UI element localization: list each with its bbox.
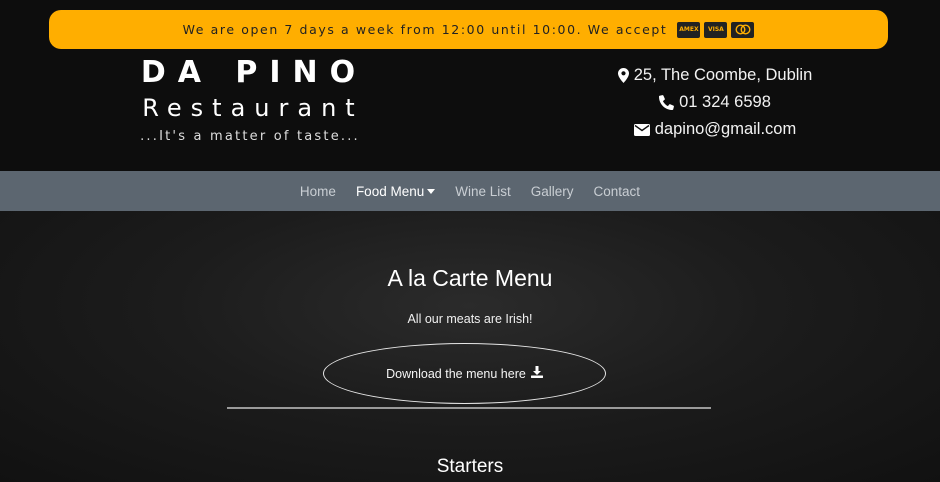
opening-hours-banner: We are open 7 days a week from 12:00 unt…	[49, 10, 888, 49]
site-header: We are open 7 days a week from 12:00 unt…	[0, 0, 940, 171]
mastercard-card-icon	[731, 21, 755, 38]
download-menu-label: Download the menu here	[386, 366, 526, 381]
meats-note: All our meats are Irish!	[407, 312, 533, 326]
main-navbar: Home Food Menu Wine List Gallery Contact	[0, 171, 940, 211]
section-divider	[227, 407, 711, 409]
nav-gallery[interactable]: Gallery	[531, 184, 574, 199]
menu-section: A la Carte Menu All our meats are Irish!…	[0, 211, 940, 482]
restaurant-tagline: ...It's a matter of taste...	[140, 129, 360, 144]
email-line[interactable]: dapino@gmail.com	[560, 116, 870, 143]
address-text: 25, The Coombe, Dublin	[633, 66, 813, 84]
caret-down-icon	[427, 189, 436, 194]
payment-cards: AMEX VISA	[677, 21, 755, 38]
nav-home[interactable]: Home	[300, 184, 336, 199]
restaurant-subtitle: Restaurant	[142, 94, 364, 122]
nav-contact[interactable]: Contact	[594, 184, 641, 199]
page-title: A la Carte Menu	[387, 265, 553, 291]
visa-card-icon: VISA	[704, 21, 728, 38]
envelope-icon	[633, 123, 650, 136]
email-text: dapino@gmail.com	[654, 120, 797, 138]
download-menu-link[interactable]: Download the menu here	[323, 343, 606, 404]
nav-wine-list[interactable]: Wine List	[455, 184, 511, 199]
opening-hours-text: We are open 7 days a week from 12:00 unt…	[182, 22, 668, 37]
contact-info: 25, The Coombe, Dublin 01 324 6598 dapin…	[560, 62, 870, 143]
map-marker-icon	[617, 68, 629, 83]
download-icon	[530, 366, 543, 381]
address-line: 25, The Coombe, Dublin	[560, 62, 870, 89]
phone-line[interactable]: 01 324 6598	[560, 89, 870, 116]
phone-icon	[659, 95, 675, 110]
phone-text: 01 324 6598	[679, 93, 771, 111]
restaurant-name: DA PINO	[140, 55, 368, 90]
nav-food-menu-label: Food Menu	[355, 183, 425, 199]
nav-food-menu[interactable]: Food Menu	[355, 183, 436, 199]
starters-heading: Starters	[436, 456, 504, 477]
american-express-card-icon: AMEX	[677, 21, 701, 38]
restaurant-logo[interactable]: DA PINO Restaurant ...It's a matter of t…	[110, 55, 390, 144]
